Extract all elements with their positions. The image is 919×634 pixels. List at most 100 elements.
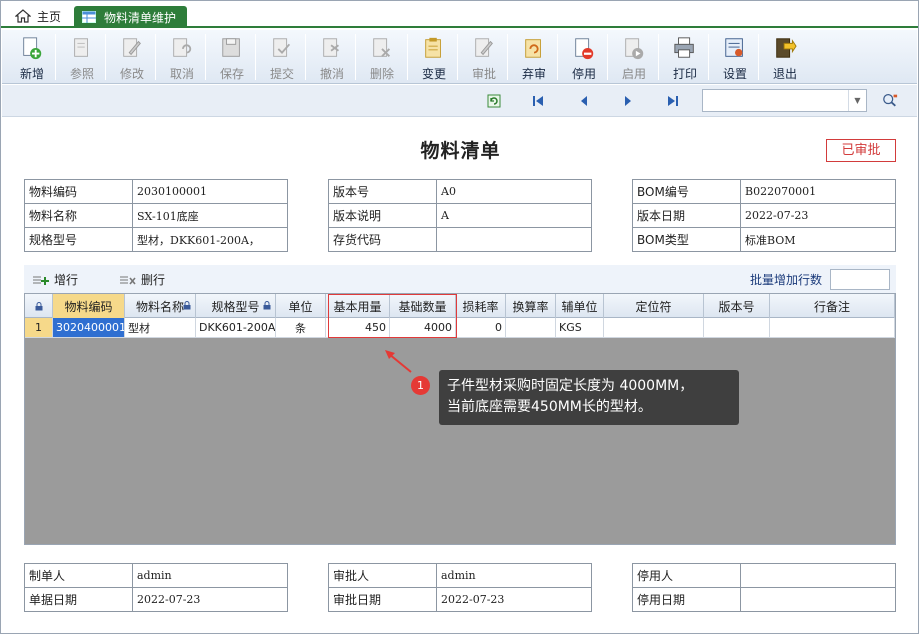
chevron-down-icon[interactable]: ▼ xyxy=(848,90,866,111)
next-record-icon[interactable] xyxy=(620,93,636,109)
print-button[interactable]: 打印 xyxy=(661,32,709,82)
footer-right-field-value[interactable] xyxy=(740,563,896,588)
footer-middle-field-value[interactable]: admin xyxy=(436,563,592,588)
settings-label: 设置 xyxy=(722,67,747,81)
table-row[interactable]: 1 3020400001 型材 DKK601-200A 条 450 4000 0 KGS xyxy=(25,318,895,338)
refresh-icon[interactable] xyxy=(486,93,502,109)
toolbar-separator xyxy=(507,34,508,80)
cancel-button[interactable]: 取消 xyxy=(158,32,206,82)
revoke-button[interactable]: 撤消 xyxy=(308,32,356,82)
column-header[interactable]: 行备注 xyxy=(770,294,895,318)
header-right-field-value[interactable]: 2022-07-23 xyxy=(740,203,896,228)
footer-middle-field-row: 审批人 admin xyxy=(328,563,592,588)
add-row-button[interactable]: 增行 xyxy=(32,271,78,288)
toolbar-separator xyxy=(105,34,106,80)
footer-right-field-value[interactable] xyxy=(740,587,896,612)
column-header[interactable]: 定位符 xyxy=(604,294,704,318)
header-right-field-value[interactable]: 标准BOM xyxy=(740,227,896,252)
settings-button[interactable]: 设置 xyxy=(711,32,759,82)
toolbar-separator xyxy=(708,34,709,80)
save-label: 保存 xyxy=(219,67,244,81)
exit-button[interactable]: 退出 xyxy=(761,32,809,82)
table-cell[interactable]: 450 xyxy=(326,318,390,338)
delete-button[interactable]: 删除 xyxy=(358,32,406,82)
header-left-field-value[interactable]: 型材，DKK601-200A， xyxy=(132,227,288,252)
footer-right-field-label: 停用日期 xyxy=(632,587,741,612)
table-cell[interactable]: KGS xyxy=(556,318,604,338)
column-header[interactable]: 基础数量 xyxy=(390,294,456,318)
table-cell[interactable]: 3020400001 xyxy=(53,318,125,338)
delete-row-button[interactable]: 删行 xyxy=(119,271,165,288)
header-middle-field-value[interactable]: A xyxy=(436,203,592,228)
add-label: 新增 xyxy=(19,67,44,81)
table-cell[interactable]: 型材 xyxy=(125,318,196,338)
header-left-field-value[interactable]: SX-101底座 xyxy=(132,203,288,228)
unapprove-button[interactable]: 弃审 xyxy=(510,32,558,82)
reference-label: 参照 xyxy=(69,67,94,81)
table-cell[interactable] xyxy=(604,318,704,338)
column-header[interactable]: 基本用量 xyxy=(326,294,390,318)
callout-line-1: 子件型材采购时固定长度为 4000MM， xyxy=(447,378,694,394)
search-settings-icon[interactable] xyxy=(882,92,898,108)
column-header[interactable]: 规格型号 xyxy=(196,294,276,318)
header-middle-field-value[interactable]: A0 xyxy=(436,179,592,204)
disable-button[interactable]: 停用 xyxy=(560,32,608,82)
add-button[interactable]: 新增 xyxy=(8,32,56,82)
header-left-field-label: 物料名称 xyxy=(24,203,133,228)
header-left-field-value[interactable]: 2030100001 xyxy=(132,179,288,204)
column-header[interactable]: 版本号 xyxy=(704,294,770,318)
table-cell[interactable]: 条 xyxy=(276,318,326,338)
tab-home-label: 主页 xyxy=(37,9,62,24)
table-cell[interactable]: 0 xyxy=(456,318,506,338)
table-cell[interactable]: 1 xyxy=(25,318,53,338)
column-header[interactable]: 辅单位 xyxy=(556,294,604,318)
edit-button[interactable]: 修改 xyxy=(108,32,156,82)
table-cell[interactable]: DKK601-200A xyxy=(196,318,276,338)
batch-add-input[interactable] xyxy=(830,269,890,290)
callout-line-2: 当前底座需要450MM长的型材。 xyxy=(447,399,652,415)
table-cell[interactable] xyxy=(704,318,770,338)
enable-button[interactable]: 启用 xyxy=(610,32,658,82)
column-header[interactable]: 损耗率 xyxy=(456,294,506,318)
header-middle-field-label: 版本号 xyxy=(328,179,437,204)
first-record-icon[interactable] xyxy=(530,93,546,109)
toolbar-separator xyxy=(758,34,759,80)
tab-bom-maintenance[interactable]: 物料清单维护 xyxy=(74,6,187,28)
reference-button[interactable]: 参照 xyxy=(58,32,106,82)
header-left-field-label: 物料编码 xyxy=(24,179,133,204)
last-record-icon[interactable] xyxy=(665,93,681,109)
column-header[interactable]: 单位 xyxy=(276,294,326,318)
header-form-middle: 版本号 A0 版本说明 A 存货代码 xyxy=(328,179,592,252)
header-middle-field-value[interactable] xyxy=(436,227,592,252)
cancel-label: 取消 xyxy=(169,67,194,81)
header-right-field-value[interactable]: B022070001 xyxy=(740,179,896,204)
footer-middle-field-value[interactable]: 2022-07-23 xyxy=(436,587,592,612)
revoke-icon xyxy=(323,38,340,57)
approve-button[interactable]: 审批 xyxy=(460,32,508,82)
header-left-field-row: 规格型号 型材，DKK601-200A， xyxy=(24,227,288,252)
save-button[interactable]: 保存 xyxy=(208,32,256,82)
column-lock-icon[interactable] xyxy=(25,294,53,318)
locate-combo[interactable]: ▼ xyxy=(702,89,867,112)
print-icon xyxy=(674,37,694,58)
footer-right-field-row: 停用日期 xyxy=(632,587,896,612)
change-button[interactable]: 变更 xyxy=(410,32,458,82)
header-right-field-label: BOM类型 xyxy=(632,227,741,252)
tab-home[interactable]: 主页 xyxy=(7,5,69,27)
column-header[interactable]: 物料名称 xyxy=(125,294,196,318)
header-right-field-row: 版本日期 2022-07-23 xyxy=(632,203,896,228)
table-cell[interactable] xyxy=(506,318,556,338)
footer-left-field-value[interactable]: 2022-07-23 xyxy=(132,587,288,612)
column-header[interactable]: 物料编码 xyxy=(53,294,125,318)
toolbar-separator xyxy=(255,34,256,80)
toolbar-separator xyxy=(205,34,206,80)
footer-left-field-value[interactable]: admin xyxy=(132,563,288,588)
column-header[interactable]: 换算率 xyxy=(506,294,556,318)
footer-left-field-label: 制单人 xyxy=(24,563,133,588)
unapprove-label: 弃审 xyxy=(521,67,546,81)
header-right-field-row: BOM类型 标准BOM xyxy=(632,227,896,252)
table-cell[interactable] xyxy=(770,318,895,338)
table-cell[interactable]: 4000 xyxy=(390,318,456,338)
submit-button[interactable]: 提交 xyxy=(258,32,306,82)
prev-record-icon[interactable] xyxy=(576,93,592,109)
